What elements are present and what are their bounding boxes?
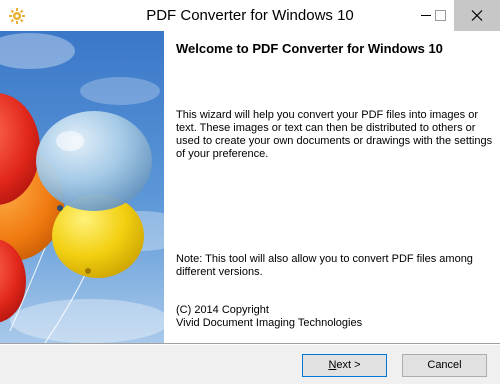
maximize-button[interactable]	[427, 0, 454, 31]
intro-text: This wizard will help you convert your P…	[176, 109, 493, 160]
close-icon	[471, 10, 483, 21]
copyright-text: (C) 2014 Copyright	[176, 304, 269, 316]
next-button[interactable]: Next >	[302, 354, 387, 377]
app-icon[interactable]	[8, 7, 26, 25]
maximize-icon	[435, 10, 446, 21]
balloons-image	[0, 31, 164, 343]
next-label: ext >	[336, 359, 361, 371]
title-bar[interactable]: PDF Converter for Windows 10	[0, 0, 500, 31]
footer-divider-highlight	[0, 344, 500, 345]
wizard-heading: Welcome to PDF Converter for Windows 10	[176, 41, 443, 56]
cancel-button[interactable]: Cancel	[402, 354, 487, 377]
company-text: Vivid Document Imaging Technologies	[176, 317, 363, 329]
close-button[interactable]	[454, 0, 500, 31]
note-text: Note: This tool will also allow you to c…	[176, 253, 473, 278]
wizard-content: Welcome to PDF Converter for Windows 10 …	[164, 31, 500, 343]
wizard-window: PDF Converter for Windows 10 Welcome to …	[0, 0, 500, 384]
